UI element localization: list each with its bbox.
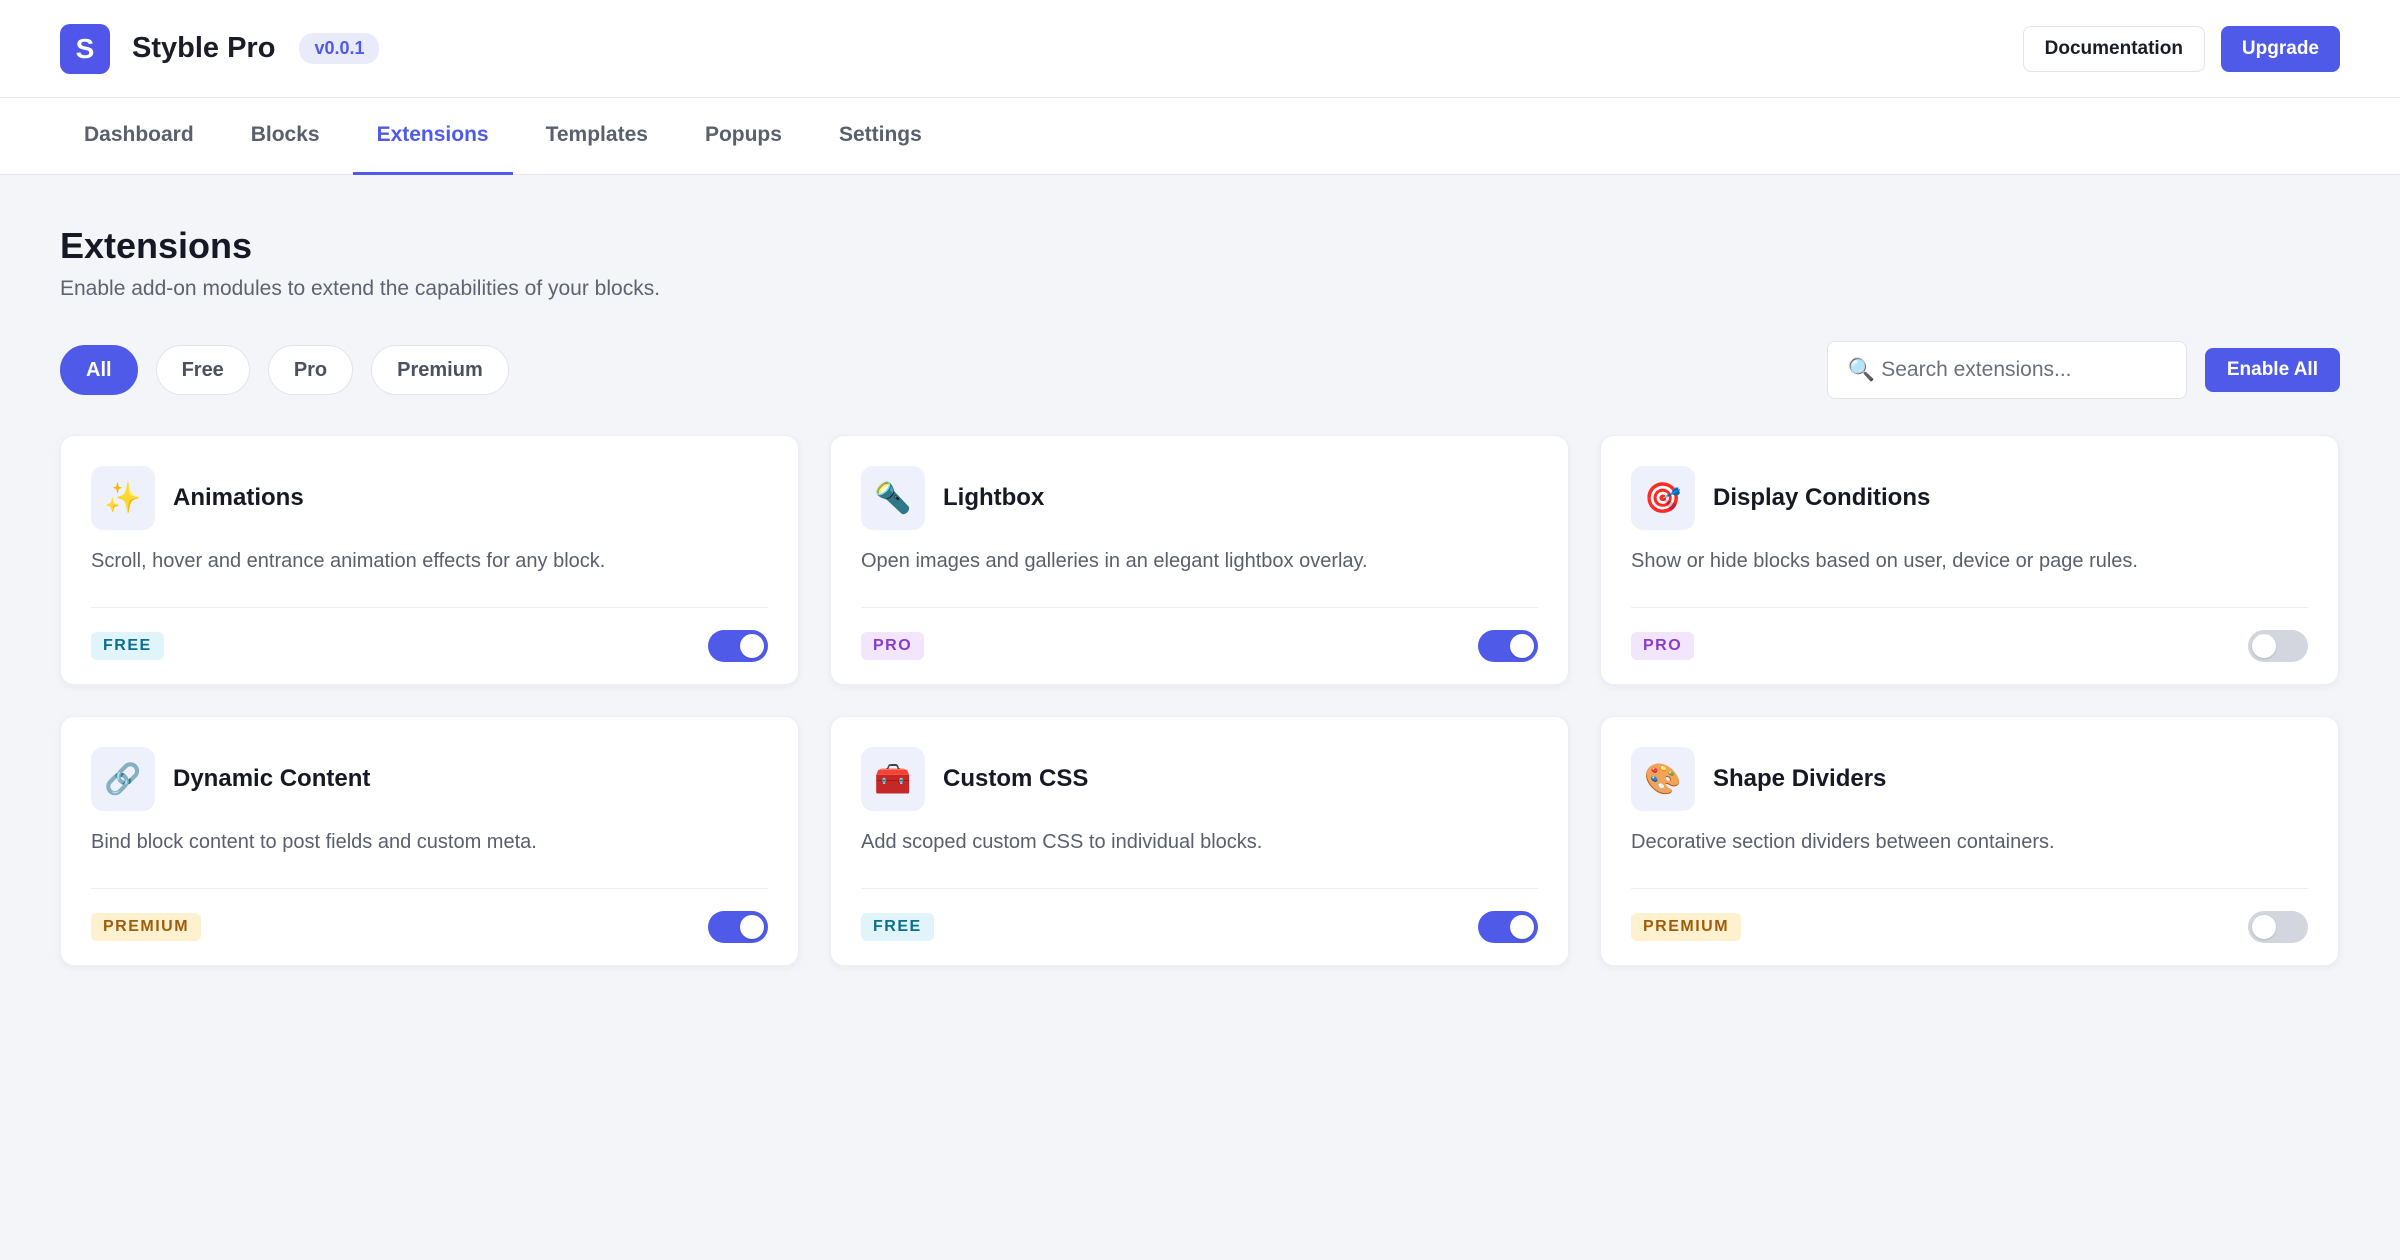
main-content: Extensions Enable add-on modules to exte… <box>0 225 2400 966</box>
toggle-knob <box>740 915 764 939</box>
card-header: 🔗 Dynamic Content <box>91 747 768 811</box>
top-bar: S Styble Pro v0.0.1 Documentation Upgrad… <box>0 0 2400 98</box>
search-input[interactable] <box>1881 358 2166 382</box>
card-header: ✨ Animations <box>91 466 768 530</box>
documentation-button[interactable]: Documentation <box>2022 25 2205 72</box>
extensions-grid: ✨ Animations Scroll, hover and entrance … <box>60 435 2340 966</box>
toggle-knob <box>1510 634 1534 658</box>
main-tabs: Dashboard Blocks Extensions Templates Popups… <box>0 98 2400 175</box>
link-icon: 🔗 <box>91 747 155 811</box>
toggle-knob <box>1510 915 1534 939</box>
card-header: 🧰 Custom CSS <box>861 747 1538 811</box>
extension-card-lightbox: 🔦 Lightbox Open images and galleries in … <box>830 435 1569 685</box>
upgrade-button[interactable]: Upgrade <box>2220 25 2340 72</box>
extension-name: Dynamic Content <box>173 765 371 792</box>
card-header: 🎨 Shape Dividers <box>1631 747 2308 811</box>
extension-description: Show or hide blocks based on user, devic… <box>1631 550 2138 572</box>
tier-badge: FREE <box>861 913 934 941</box>
extension-name: Shape Dividers <box>1713 765 1887 792</box>
card-footer: PRO <box>861 607 1538 662</box>
filter-pill-all[interactable]: All <box>60 345 138 395</box>
extension-toggle-shape-dividers[interactable] <box>2248 911 2308 943</box>
tab-popups[interactable]: Popups <box>681 98 806 175</box>
extension-name: Display Conditions <box>1713 484 1931 511</box>
version-badge: v0.0.1 <box>299 33 380 64</box>
extension-description: Decorative section dividers between cont… <box>1631 831 2055 853</box>
extension-card-animations: ✨ Animations Scroll, hover and entrance … <box>60 435 799 685</box>
app-logo: S <box>60 23 110 74</box>
extension-card-custom-css: 🧰 Custom CSS Add scoped custom CSS to in… <box>830 716 1569 966</box>
palette-icon: 🎨 <box>1631 747 1695 811</box>
toggle-knob <box>740 634 764 658</box>
sparkles-icon: ✨ <box>91 466 155 530</box>
card-header: 🔦 Lightbox <box>861 466 1538 530</box>
extension-name: Lightbox <box>943 484 1045 511</box>
toggle-knob <box>2252 634 2276 658</box>
tab-blocks[interactable]: Blocks <box>227 98 344 175</box>
target-icon: 🎯 <box>1631 466 1695 530</box>
card-footer: PREMIUM <box>91 888 768 943</box>
extension-card-shape-dividers: 🎨 Shape Dividers Decorative section divi… <box>1600 716 2339 966</box>
tier-badge: FREE <box>91 632 164 660</box>
card-footer: PREMIUM <box>1631 888 2308 943</box>
card-footer: PRO <box>1631 607 2308 662</box>
toolbar-actions: 🔍 Enable All <box>1826 341 2340 399</box>
search-box[interactable]: 🔍 <box>1826 341 2187 399</box>
extension-toggle-custom-css[interactable] <box>1478 911 1538 943</box>
tier-badge: PREMIUM <box>1631 913 1742 941</box>
extension-toggle-animations[interactable] <box>708 630 768 662</box>
extension-name: Custom CSS <box>943 765 1089 792</box>
brand: S Styble Pro v0.0.1 <box>60 23 380 74</box>
tab-dashboard[interactable]: Dashboard <box>60 98 218 175</box>
filter-pills: All Free Pro Premium <box>60 345 509 395</box>
card-footer: FREE <box>91 607 768 662</box>
tier-badge: PREMIUM <box>91 913 202 941</box>
card-footer: FREE <box>861 888 1538 943</box>
page-subtitle: Enable add-on modules to extend the capa… <box>60 277 661 300</box>
extension-card-display-conditions: 🎯 Display Conditions Show or hide blocks… <box>1600 435 2339 685</box>
flashlight-icon: 🔦 <box>861 466 925 530</box>
tab-settings[interactable]: Settings <box>815 98 946 175</box>
page-title: Extensions <box>60 225 253 266</box>
extension-card-dynamic-content: 🔗 Dynamic Content Bind block content to … <box>60 716 799 966</box>
extension-toggle-dynamic-content[interactable] <box>708 911 768 943</box>
card-header: 🎯 Display Conditions <box>1631 466 2308 530</box>
toggle-knob <box>2252 915 2276 939</box>
filter-pill-free[interactable]: Free <box>155 345 250 395</box>
top-actions: Documentation Upgrade <box>2022 25 2340 72</box>
extension-description: Open images and galleries in an elegant … <box>861 550 1368 572</box>
search-icon: 🔍 <box>1847 357 1876 382</box>
tab-templates[interactable]: Templates <box>522 98 672 175</box>
filter-pill-premium[interactable]: Premium <box>371 345 509 395</box>
extension-description: Bind block content to post fields and cu… <box>91 831 537 853</box>
tier-badge: PRO <box>1631 632 1695 660</box>
extension-name: Animations <box>173 484 304 511</box>
extension-description: Scroll, hover and entrance animation eff… <box>91 550 606 572</box>
tier-badge: PRO <box>861 632 925 660</box>
extension-toggle-lightbox[interactable] <box>1478 630 1538 662</box>
extensions-toolbar: All Free Pro Premium 🔍 Enable All <box>60 341 2340 399</box>
tab-extensions[interactable]: Extensions <box>352 98 513 175</box>
enable-all-button[interactable]: Enable All <box>2204 348 2340 392</box>
toolbox-icon: 🧰 <box>861 747 925 811</box>
filter-pill-pro[interactable]: Pro <box>267 345 354 395</box>
app-title: Styble Pro <box>132 32 276 64</box>
extension-description: Add scoped custom CSS to individual bloc… <box>861 831 1263 853</box>
extension-toggle-display-conditions[interactable] <box>2248 630 2308 662</box>
